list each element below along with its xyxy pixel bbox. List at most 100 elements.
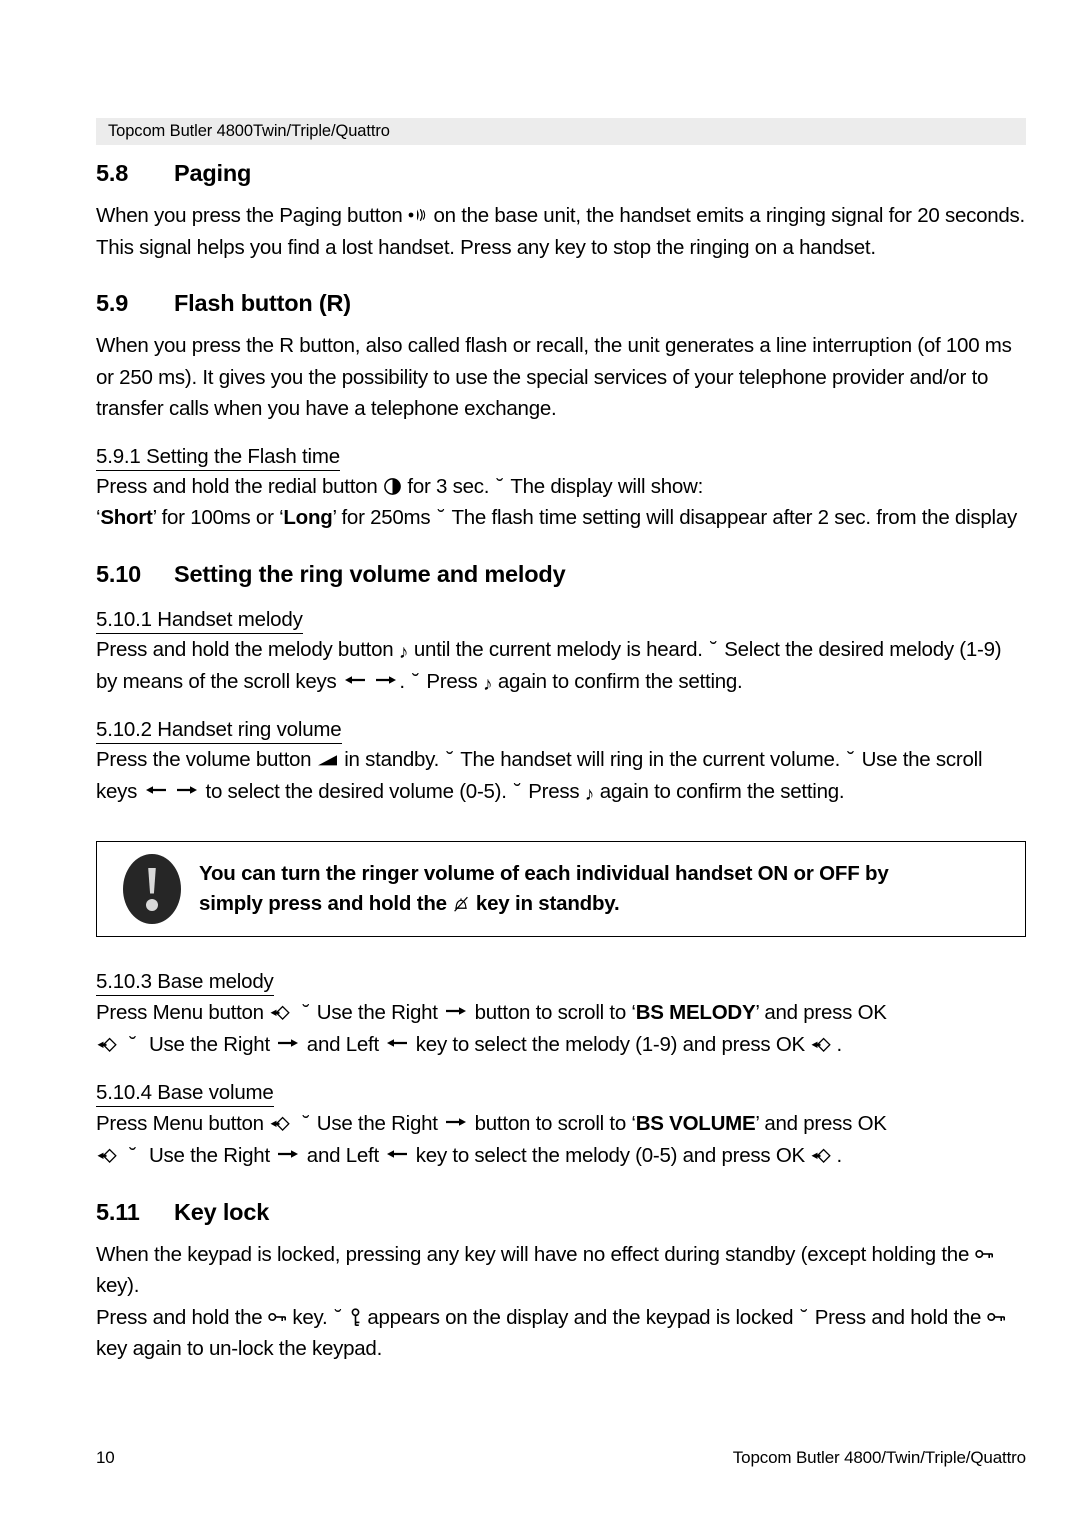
paging-text-1: When you press the Paging button [96,204,403,227]
paragraph-flash: When you press the R button, also called… [96,334,1012,420]
step-separator: ˘ [129,1033,137,1056]
hrv-part6: Press [528,780,580,803]
heading-5-8-title: Paging [174,160,252,186]
step-separator: ˘ [446,747,454,771]
key-icon [974,1239,994,1258]
step-separator: ˘ [412,670,419,693]
flash-line1-part2: for 3 sec. [407,474,490,498]
kl1-part2: key). [96,1274,140,1297]
arrow-left-icon [342,665,368,684]
bm-part2: Use the Right [316,1000,438,1024]
heading-5-10-title: Setting the ring volume and melody [174,560,566,587]
kl2-part1: Press and hold the [96,1305,263,1329]
bm-part6: and Left [306,1033,379,1056]
kl2-part5: key again to un-lock the keypad. [96,1337,383,1360]
menu-ok-icon [96,1143,122,1163]
heading-5-9-title: Flash button (R) [174,290,351,316]
heading-5-10-3: 5.10.3 Base melody [96,970,274,996]
hm-part1: Press and hold the melody button [96,637,394,661]
bv-part5: Use the Right [148,1144,270,1167]
flash-line1-part1: Press and hold the redial button [96,474,378,498]
hm-part4: . [399,670,405,693]
step-separator: ˘ [437,506,445,529]
note-line-2-part2: key in standby. [475,891,620,915]
exclamation-badge-icon [123,853,181,924]
document-page: Topcom Butler 4800Twin/Triple/Quattro 5.… [0,0,1080,1528]
arrow-right-icon [275,1028,301,1047]
note-text: You can turn the ringer volume of each i… [199,859,889,919]
heading-5-10-number: 5.10 [96,560,141,587]
heading-5-11-title: Key lock [174,1198,270,1225]
flash-line1-part3: The display will show: [510,474,704,498]
bm-part3: button to scroll to ‘ [474,1000,636,1024]
paragraph-base-melody: Press Menu button ˘ Use the Right button… [96,996,1026,1061]
bm-part4: ’ and press OK [755,1000,887,1024]
step-separator: ˘ [129,1144,137,1167]
flash-line2-tail: The flash time setting will disappear af… [451,506,1018,529]
menu-ok-icon [810,1032,836,1052]
music-note-icon: ♪ [482,674,493,695]
hrv-part1: Press the volume button [96,747,312,771]
hrv-part2: in standby. [344,747,440,771]
paragraph-handset-ring-volume: Press the volume button in standby. ˘ Th… [96,744,1026,808]
hm-part5: Press [426,670,478,693]
bm-part8: . [836,1033,842,1056]
arrow-left-icon [384,1028,410,1047]
step-separator: ˘ [302,1111,310,1135]
menu-ok-icon [96,1032,122,1052]
redial-icon [383,474,402,495]
arrow-right-icon [275,1139,301,1158]
kl2-part3: appears on the display and the keypad is… [367,1305,794,1329]
bm-bold-label: BS MELODY [635,1000,756,1024]
arrow-right-icon [174,775,200,794]
bell-off-icon [452,892,470,912]
heading-5-8: 5.8 Paging [96,160,1026,187]
heading-5-10-4: 5.10.4 Base volume [96,1081,274,1107]
bv-part8: . [836,1144,842,1167]
heading-5-10: 5.10 Setting the ring volume and melody [96,561,1026,588]
arrow-left-icon [143,775,169,794]
step-separator: ˘ [496,474,504,498]
menu-ok-icon [269,1000,295,1020]
heading-5-9: 5.9 Flash button (R) [96,290,1026,317]
flash-bold-long: Long [283,506,333,529]
note-callout-box: You can turn the ringer volume of each i… [96,840,1026,937]
key-icon [986,1302,1006,1321]
kl2-part2: key. [292,1305,328,1329]
hrv-part7: again to confirm the setting. [599,780,845,803]
badge-exclamation-dot [146,898,158,911]
bm-part7: key to select the melody (1-9) and press… [415,1033,805,1056]
note-line-1: You can turn the ringer volume of each i… [199,861,889,885]
heading-5-11-number: 5.11 [96,1198,140,1225]
heading-5-8-number: 5.8 [96,160,129,186]
page-content: 5.8 Paging When you press the Paging but… [96,160,1026,1365]
page-footer: 10 Topcom Butler 4800/Twin/Triple/Quattr… [96,1448,1026,1468]
step-separator: ˘ [514,780,521,803]
step-separator: ˘ [710,637,717,661]
step-separator: ˘ [800,1305,808,1329]
paging-speaker-icon [408,207,428,223]
heading-5-11: 5.11 Key lock [96,1199,1026,1226]
footer-product-name: Topcom Butler 4800/Twin/Triple/Quattro [732,1448,1026,1467]
volume-wedge-icon [317,745,339,765]
hrv-part3: The handset will ring in the current vol… [460,747,841,771]
bm-part1: Press Menu button [96,1000,264,1024]
flash-line2-mid: ’ for 100ms or ‘ [152,506,284,529]
bv-part3: button to scroll to ‘ [474,1111,636,1135]
bv-bold-label: BS VOLUME [635,1111,756,1135]
kl2-part4: Press and hold the [814,1305,982,1329]
hrv-part5: to select the desired volume (0-5). [205,780,507,803]
heading-5-9-1: 5.9.1 Setting the Flash time [96,445,340,471]
step-separator: ˘ [334,1305,342,1329]
step-separator: ˘ [847,747,855,771]
bm-part5: Use the Right [148,1033,270,1056]
hm-part6: again to confirm the setting. [497,670,743,693]
arrow-left-icon [384,1139,410,1158]
note-line-2-part1: simply press and hold the [199,891,447,915]
running-header-bar: Topcom Butler 4800Twin/Triple/Quattro [96,118,1026,145]
paragraph-handset-melody: Press and hold the melody button ♪ until… [96,634,1026,698]
running-header-title: Topcom Butler 4800Twin/Triple/Quattro [108,122,390,140]
bv-part4: ’ and press OK [755,1111,887,1135]
music-note-icon: ♪ [398,641,409,663]
heading-5-10-2: 5.10.2 Handset ring volume [96,718,342,744]
